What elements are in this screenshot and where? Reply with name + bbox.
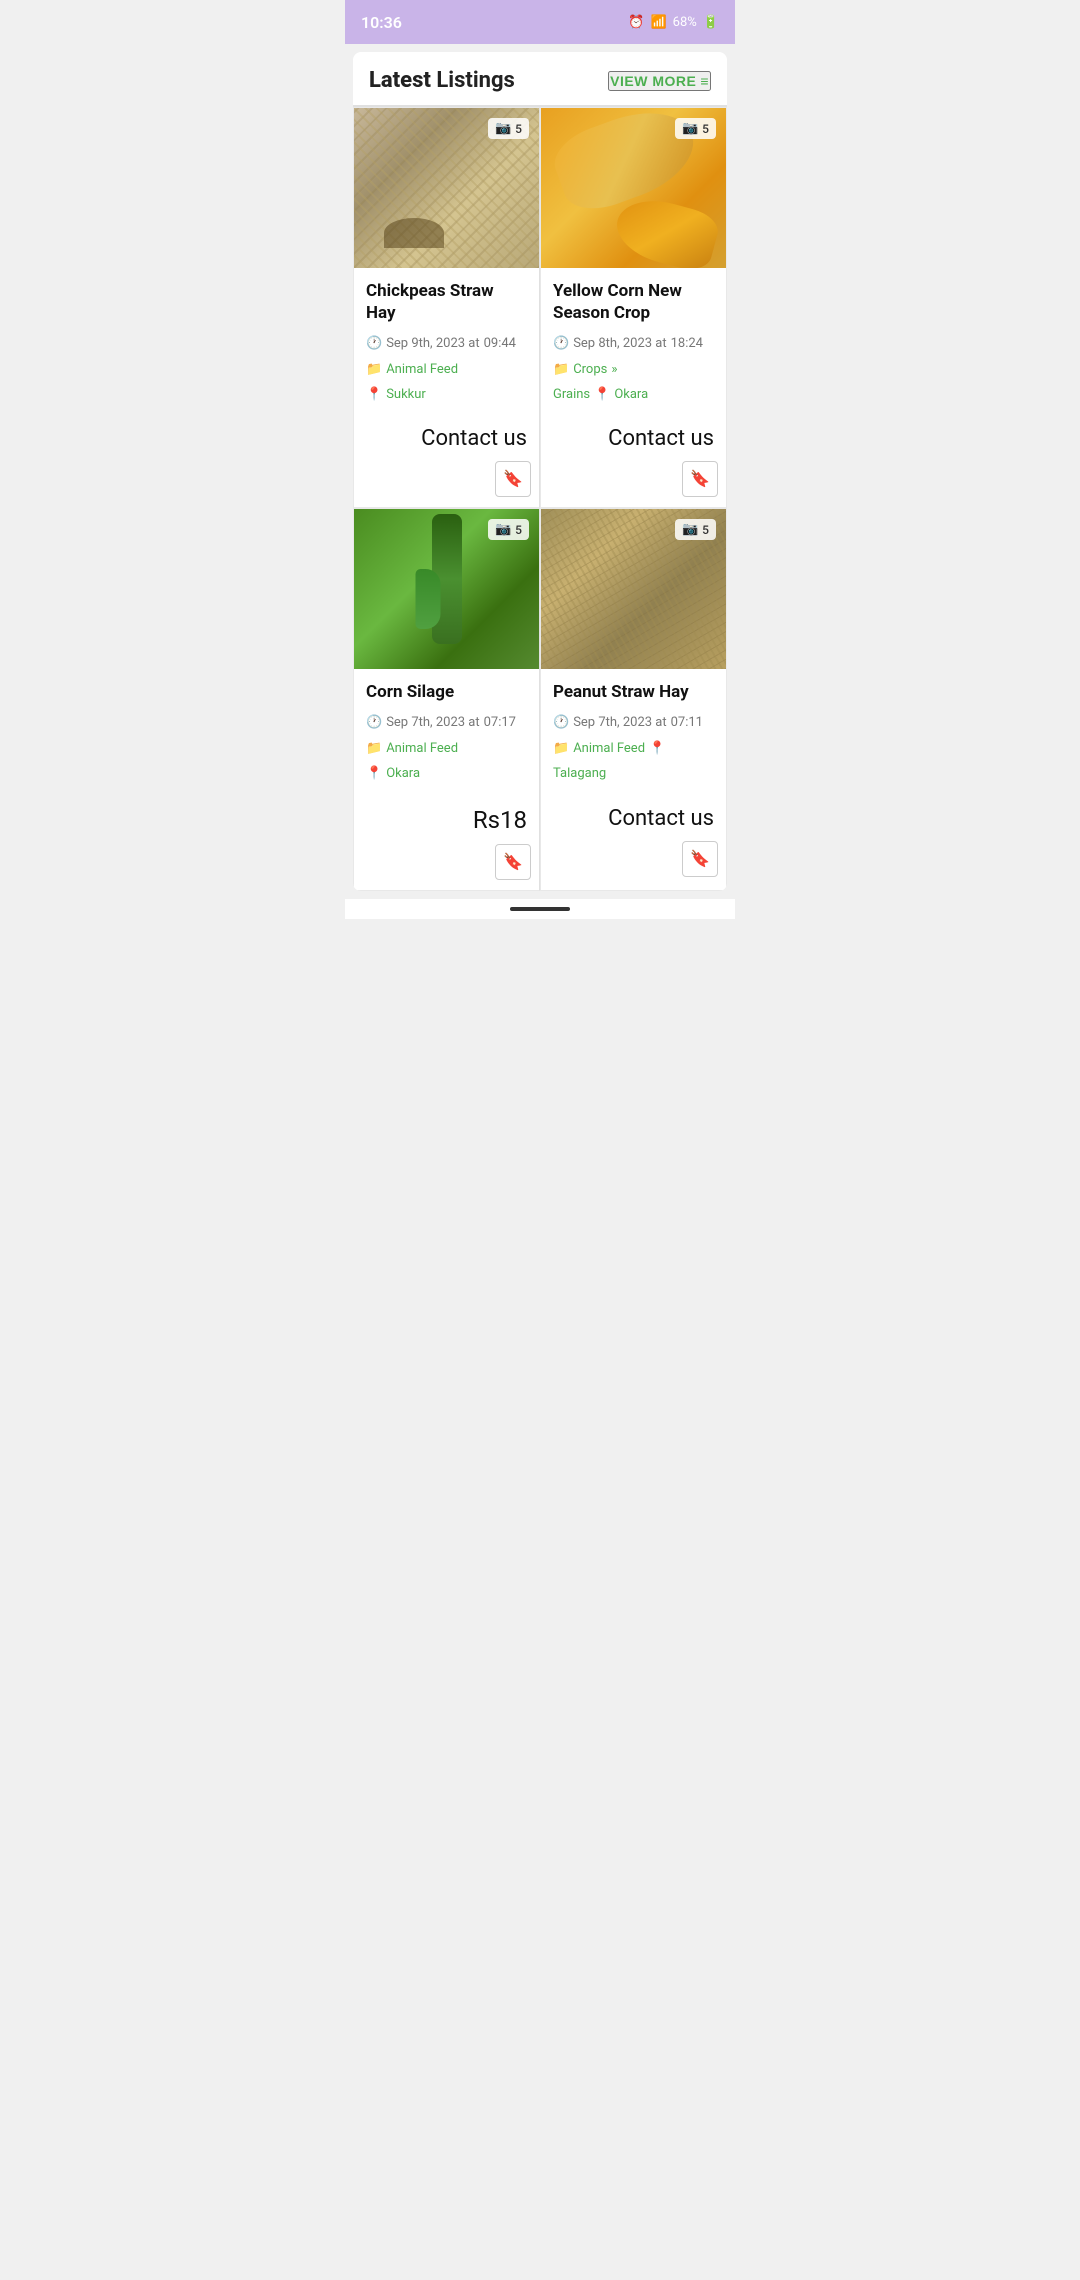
listing-title: Corn Silage: [366, 681, 527, 703]
contact-us-text: Contact us: [541, 796, 726, 837]
listing-content: Peanut Straw Hay 🕐 Sep 7th, 2023 at 07:1…: [541, 669, 726, 795]
listing-title: Yellow Corn New Season Crop: [553, 280, 714, 324]
listing-card[interactable]: 📷 5 Corn Silage 🕐 Sep 7th, 2023 at 07:17…: [353, 508, 540, 890]
bookmark-area: 🔖: [354, 457, 539, 507]
bookmark-area: 🔖: [354, 840, 539, 890]
camera-icon: 📷: [495, 522, 511, 537]
meta-category-row: 📁 Crops »: [553, 358, 714, 381]
view-more-button[interactable]: VIEW MORE ≡: [608, 71, 711, 91]
contact-us-text: Contact us: [354, 416, 539, 457]
meta-category-row: 📁 Animal Feed: [366, 358, 527, 381]
bookmark-icon: 🔖: [503, 469, 523, 489]
location-icon: 📍: [366, 762, 382, 785]
listing-title: Peanut Straw Hay: [553, 681, 714, 703]
camera-icon: 📷: [495, 121, 511, 136]
status-time: 10:36: [361, 13, 402, 32]
photo-count-badge: 📷 5: [675, 519, 716, 540]
location-icon: 📍: [366, 383, 382, 406]
location-icon: 📍: [594, 383, 610, 406]
contact-us-text: Contact us: [541, 416, 726, 457]
listing-image: 📷 5: [354, 108, 539, 268]
bookmark-button[interactable]: 🔖: [682, 841, 718, 877]
folder-icon: 📁: [366, 737, 382, 760]
camera-icon: 📷: [682, 522, 698, 537]
folder-icon: 📁: [553, 737, 569, 760]
listing-meta: 🕐 Sep 7th, 2023 at 07:17 📁 Animal Feed 📍…: [366, 711, 527, 785]
bookmark-icon: 🔖: [690, 849, 710, 869]
listings-header: Latest Listings VIEW MORE ≡: [353, 52, 727, 106]
listing-meta: 🕐 Sep 8th, 2023 at 18:24 📁 Crops » Grain…: [553, 332, 714, 406]
listing-card[interactable]: 📷 5 Peanut Straw Hay 🕐 Sep 7th, 2023 at …: [540, 508, 727, 890]
home-bar: [510, 907, 570, 911]
clock-icon: 🕐: [366, 711, 382, 734]
bookmark-icon: 🔖: [690, 469, 710, 489]
meta-location-row: 📍 Okara: [366, 762, 527, 785]
bookmark-button[interactable]: 🔖: [682, 461, 718, 497]
photo-count-badge: 📷 5: [675, 118, 716, 139]
meta-location-row: Talagang: [553, 762, 714, 785]
clock-icon: 🕐: [553, 332, 569, 355]
listing-image: 📷 5: [541, 509, 726, 669]
listing-price: Rs18: [354, 796, 539, 840]
photo-count-badge: 📷 5: [488, 519, 529, 540]
listing-content: Chickpeas Straw Hay 🕐 Sep 9th, 2023 at 0…: [354, 268, 539, 416]
bookmark-area: 🔖: [541, 837, 726, 887]
status-icons: ⏰ 📶 68% 🔋: [628, 15, 719, 30]
meta-subcategory-location-row: Grains 📍 Okara: [553, 383, 714, 406]
listings-grid: 📷 5 Chickpeas Straw Hay 🕐 Sep 9th, 2023 …: [353, 106, 727, 891]
alarm-icon: ⏰: [628, 15, 644, 30]
meta-date-row: 🕐 Sep 9th, 2023 at 09:44: [366, 332, 527, 355]
main-container: Latest Listings VIEW MORE ≡ 📷 5 Chickpea…: [353, 52, 727, 891]
battery-icon: 🔋: [703, 15, 719, 30]
battery-text: 68%: [673, 15, 697, 30]
page-title: Latest Listings: [369, 68, 515, 93]
home-indicator: [345, 899, 735, 919]
listing-content: Yellow Corn New Season Crop 🕐 Sep 8th, 2…: [541, 268, 726, 416]
meta-date-row: 🕐 Sep 7th, 2023 at 07:11: [553, 711, 714, 734]
location-icon: 📍: [649, 737, 665, 760]
listing-card[interactable]: 📷 5 Yellow Corn New Season Crop 🕐 Sep 8t…: [540, 107, 727, 508]
clock-icon: 🕐: [553, 711, 569, 734]
listing-content: Corn Silage 🕐 Sep 7th, 2023 at 07:17 📁 A…: [354, 669, 539, 795]
listing-title: Chickpeas Straw Hay: [366, 280, 527, 324]
camera-icon: 📷: [682, 121, 698, 136]
photo-count-badge: 📷 5: [488, 118, 529, 139]
listing-meta: 🕐 Sep 9th, 2023 at 09:44 📁 Animal Feed 📍…: [366, 332, 527, 406]
meta-category-row: 📁 Animal Feed: [366, 737, 527, 760]
wifi-icon: 📶: [650, 15, 666, 30]
bookmark-area: 🔖: [541, 457, 726, 507]
bookmark-button[interactable]: 🔖: [495, 461, 531, 497]
folder-icon: 📁: [553, 358, 569, 381]
menu-icon: ≡: [700, 73, 709, 89]
bookmark-button[interactable]: 🔖: [495, 844, 531, 880]
listing-image: 📷 5: [354, 509, 539, 669]
folder-icon: 📁: [366, 358, 382, 381]
clock-icon: 🕐: [366, 332, 382, 355]
status-bar: 10:36 ⏰ 📶 68% 🔋: [345, 0, 735, 44]
meta-category-row: 📁 Animal Feed 📍: [553, 737, 714, 760]
meta-date-row: 🕐 Sep 7th, 2023 at 07:17: [366, 711, 527, 734]
bookmark-icon: 🔖: [503, 852, 523, 872]
meta-location-row: 📍 Sukkur: [366, 383, 527, 406]
listing-card[interactable]: 📷 5 Chickpeas Straw Hay 🕐 Sep 9th, 2023 …: [353, 107, 540, 508]
listing-image: 📷 5: [541, 108, 726, 268]
meta-date-row: 🕐 Sep 8th, 2023 at 18:24: [553, 332, 714, 355]
listing-meta: 🕐 Sep 7th, 2023 at 07:11 📁 Animal Feed 📍…: [553, 711, 714, 785]
